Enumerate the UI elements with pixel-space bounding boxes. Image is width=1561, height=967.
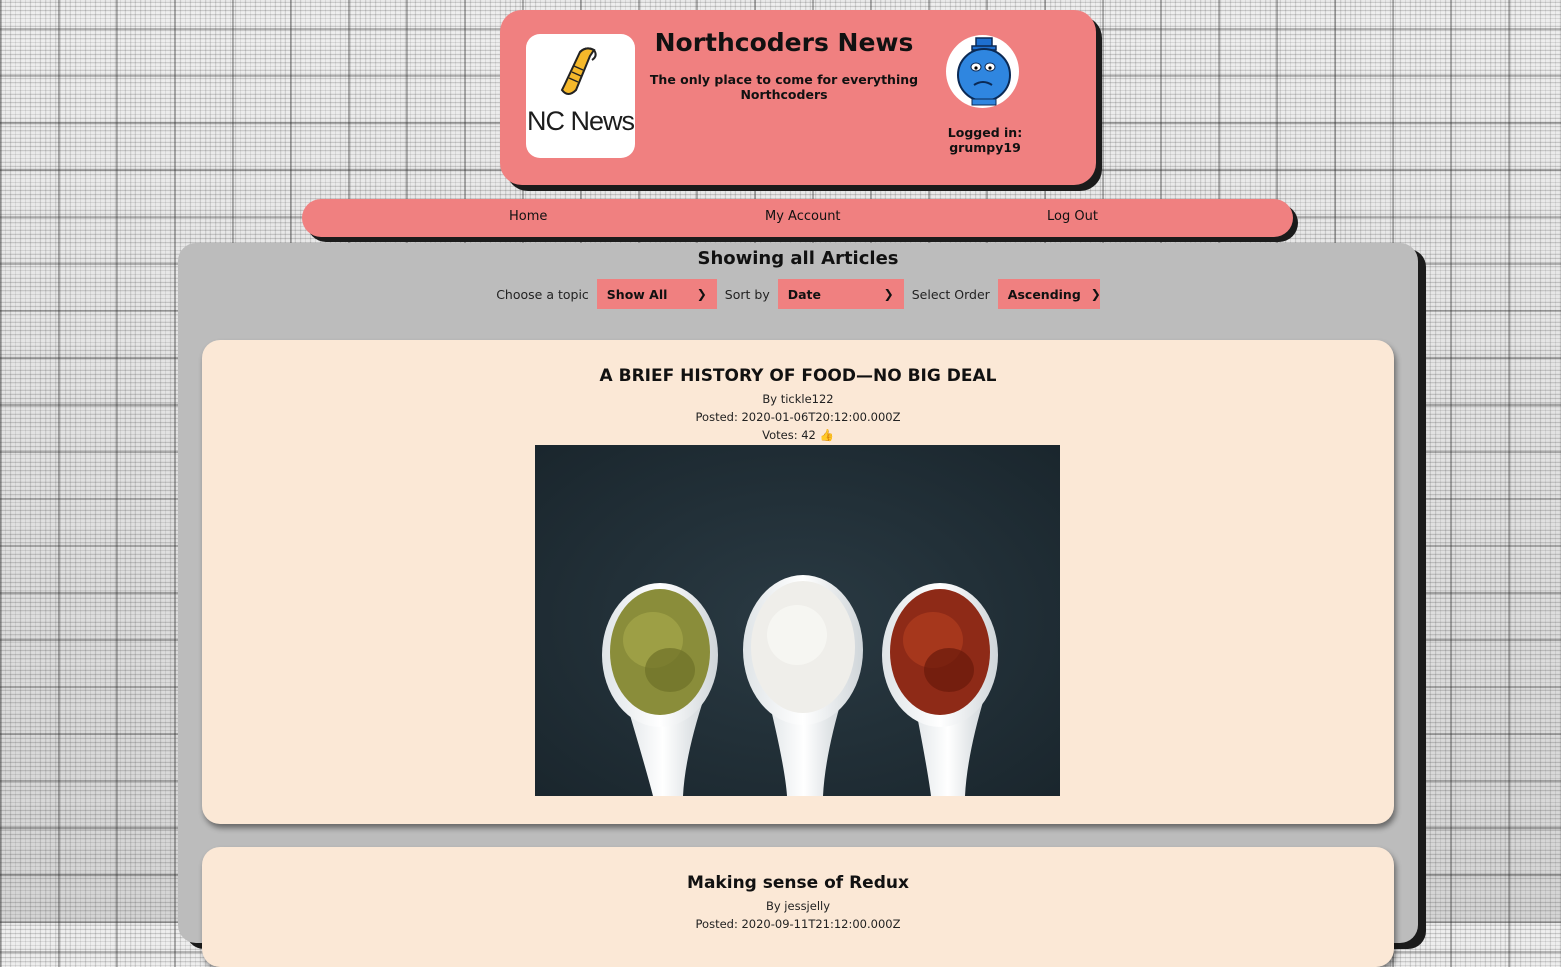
order-label: Select Order — [911, 286, 990, 302]
mr-grumpy-icon — [957, 37, 1011, 106]
main-nav: Home My Account Log Out — [302, 199, 1293, 237]
sort-select[interactable]: Date ❯ — [777, 279, 904, 309]
page-heading: Showing all Articles — [697, 248, 899, 269]
spices-spoons-image — [535, 445, 1060, 796]
article-title[interactable]: A BRIEF HISTORY OF FOOD—NO BIG DEAL — [202, 366, 1394, 386]
nc-news-logo[interactable]: NC News — [526, 34, 635, 158]
site-title: Northcoders News — [654, 28, 914, 57]
site-subtitle: The only place to come for everything No… — [649, 72, 919, 102]
nav-home-link[interactable]: Home — [509, 209, 547, 224]
topic-select-value: Show All — [606, 286, 668, 302]
article-posted-date: Posted: 2020-09-11T21:12:00.000Z — [695, 917, 901, 931]
sort-label: Sort by — [724, 286, 770, 302]
article-title[interactable]: Making sense of Redux — [202, 873, 1394, 893]
article-image[interactable] — [535, 445, 1060, 796]
chevron-down-icon: ❯ — [1090, 287, 1101, 301]
article-author: By jessjelly — [765, 899, 831, 913]
chevron-down-icon: ❯ — [883, 287, 894, 301]
article-author: By tickle122 — [762, 392, 834, 406]
nav-log-out-link[interactable]: Log Out — [1047, 209, 1098, 224]
article-card[interactable]: Making sense of Redux By jessjelly Poste… — [202, 847, 1394, 967]
article-posted-date: Posted: 2020-01-06T20:12:00.000Z — [695, 410, 901, 424]
logged-in-status: Logged in: grumpy19 — [947, 125, 1023, 155]
scroll-icon — [560, 47, 597, 95]
user-avatar[interactable] — [946, 35, 1019, 108]
filter-controls: Choose a topic Show All ❯ Sort by Date ❯… — [178, 279, 1418, 309]
sort-select-value: Date — [787, 286, 821, 302]
logo-text: NC News — [526, 106, 635, 136]
order-select[interactable]: Ascending ❯ — [997, 279, 1101, 309]
topic-label: Choose a topic — [496, 286, 589, 302]
site-header: NC News Northcoders News The only place … — [500, 10, 1096, 185]
article-card[interactable]: A BRIEF HISTORY OF FOOD—NO BIG DEAL By t… — [202, 340, 1394, 824]
chevron-down-icon: ❯ — [696, 287, 707, 301]
article-votes[interactable]: Votes: 42 👍 — [202, 428, 1394, 442]
nav-my-account-link[interactable]: My Account — [765, 209, 841, 224]
topic-select[interactable]: Show All ❯ — [596, 279, 717, 309]
order-select-value: Ascending — [1007, 286, 1081, 302]
